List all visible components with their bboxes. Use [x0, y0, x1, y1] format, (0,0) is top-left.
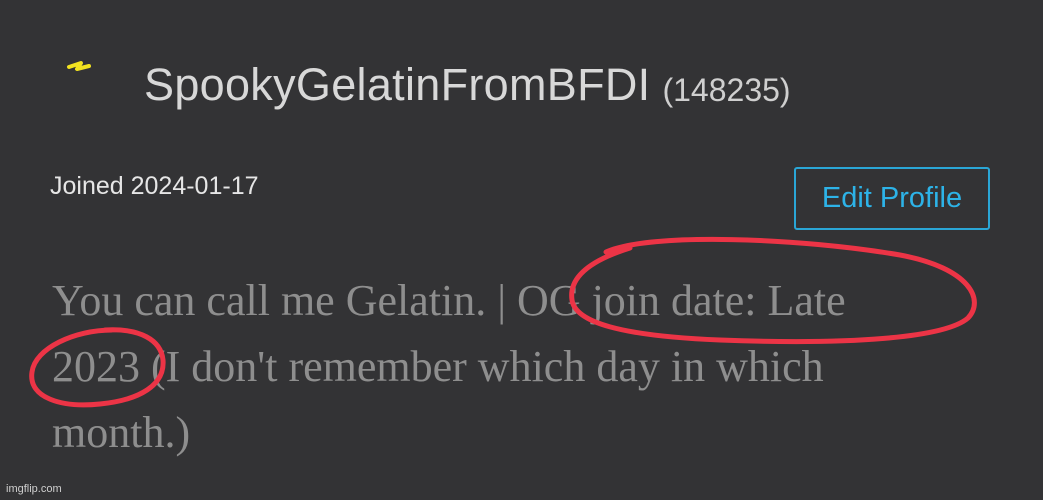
bio-line: month.) [52, 400, 992, 466]
join-date: Joined 2024-01-17 [50, 172, 259, 200]
bio-text: (I don't remember which day in which [140, 342, 824, 391]
bio-text: You can call me Gelatin. | [52, 276, 518, 325]
lightning-bolt-icon [60, 58, 100, 88]
profile-page: SpookyGelatinFromBFDI (148235) Joined 20… [0, 0, 1043, 500]
watermark: imgflip.com [6, 483, 62, 495]
profile-header: SpookyGelatinFromBFDI (148235) [60, 50, 791, 120]
bio-highlighted-year: 2023 [52, 342, 140, 391]
bio-line: 2023 (I don't remember which day in whic… [52, 334, 992, 400]
profile-bio: You can call me Gelatin. | OG join date:… [52, 268, 992, 466]
edit-profile-button[interactable]: Edit Profile [794, 167, 990, 230]
user-id: (148235) [662, 71, 791, 108]
username[interactable]: SpookyGelatinFromBFDI [144, 59, 650, 111]
bio-highlighted-text: OG join date: Late [517, 276, 846, 325]
bio-text: month.) [52, 408, 191, 457]
bio-line: You can call me Gelatin. | OG join date:… [52, 268, 992, 334]
